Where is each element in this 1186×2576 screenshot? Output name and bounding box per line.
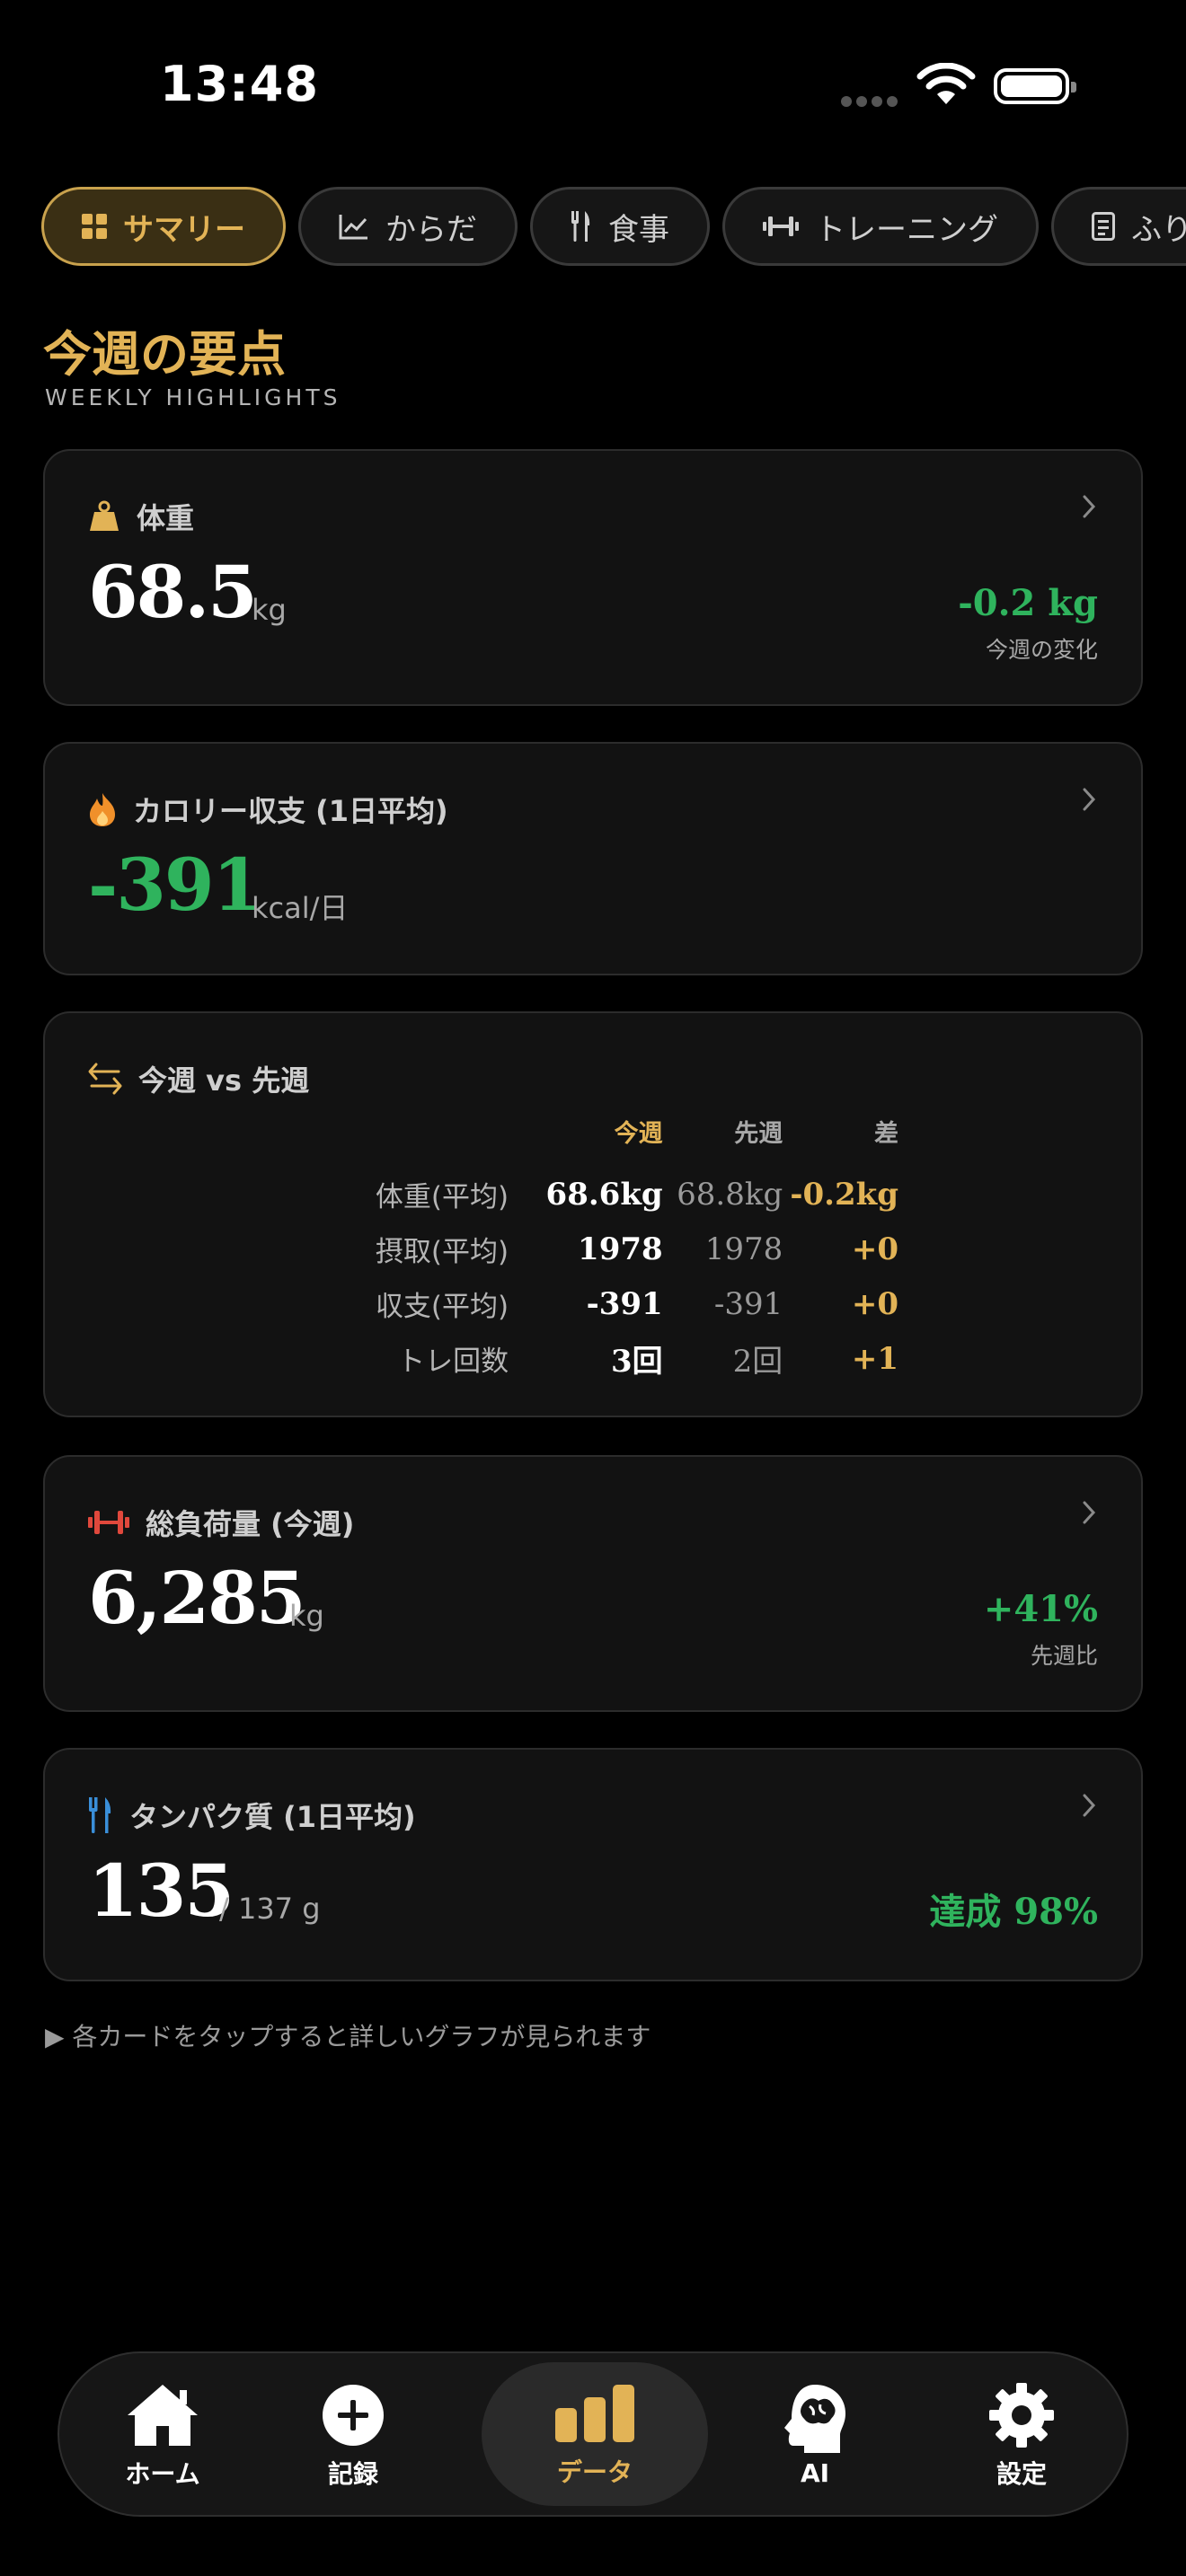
- utensils-icon: [88, 1797, 113, 1833]
- chevron-right-icon: [1082, 1793, 1096, 1822]
- plus-circle-icon: [322, 2381, 385, 2449]
- page-subtitle: WEEKLY HIGHLIGHTS: [45, 384, 341, 410]
- chart-line-icon: [339, 213, 369, 240]
- gear-icon: [988, 2381, 1055, 2449]
- home-icon: [126, 2381, 199, 2449]
- swap-arrows-icon: [88, 1061, 122, 1097]
- document-icon: [1092, 212, 1115, 241]
- tab-label: 食事: [608, 211, 669, 248]
- weight-unit: kg: [252, 593, 287, 627]
- tab-summary[interactable]: サマリー: [41, 187, 286, 266]
- row-label: 収支(平均): [375, 1291, 509, 1323]
- calorie-unit: kcal/日: [252, 891, 349, 925]
- calorie-value: -391: [88, 842, 262, 927]
- previous-value: 68.8kg: [677, 1176, 783, 1213]
- card-title: カロリー収支 (1日平均): [133, 794, 448, 828]
- diff-value: +1: [851, 1340, 898, 1377]
- chevron-right-icon: [1082, 494, 1096, 523]
- row-label: 体重(平均): [375, 1181, 509, 1213]
- comparison-card: 今週 vs 先週 今週 先週 差 体重(平均) 68.6kg 68.8kg -0…: [43, 1011, 1143, 1417]
- page-title: 今週の要点: [43, 326, 286, 383]
- calorie-card[interactable]: カロリー収支 (1日平均) -391 kcal/日: [43, 742, 1143, 975]
- card-title: 総負荷量 (今週): [146, 1507, 355, 1541]
- diff-value: +0: [851, 1231, 898, 1267]
- cellular-signal-icon: [841, 93, 902, 110]
- previous-value: 1978: [704, 1231, 783, 1267]
- nav-data[interactable]: データ: [482, 2362, 708, 2506]
- brain-head-icon: [783, 2384, 847, 2453]
- row-label: 摂取(平均): [375, 1236, 509, 1268]
- nav-label: 記録: [327, 2459, 378, 2489]
- volume-delta-label: 先週比: [1030, 1643, 1098, 1669]
- tab-label: トレーニング: [815, 211, 998, 248]
- table-row: 摂取(平均) 1978 1978 +0: [332, 1222, 898, 1276]
- protein-target: / 137 g: [219, 1892, 321, 1926]
- tab-label: からだ: [385, 211, 477, 248]
- card-title: タンパク質 (1日平均): [129, 1800, 416, 1834]
- nav-label: 設定: [996, 2459, 1047, 2489]
- row-label: トレ回数: [397, 1345, 509, 1378]
- card-title: 体重: [137, 501, 195, 535]
- status-time: 13:48: [160, 56, 319, 112]
- table-row: トレ回数 3回 2回 +1: [332, 1331, 898, 1386]
- col-header-previous: 先週: [734, 1120, 783, 1148]
- col-header-current: 今週: [614, 1120, 663, 1148]
- training-volume-card[interactable]: 総負荷量 (今週) 6,285 kg +41% 先週比: [43, 1455, 1143, 1712]
- current-value: 1978: [578, 1231, 663, 1267]
- flame-icon: [88, 791, 117, 827]
- table-row: 収支(平均) -391 -391 +0: [332, 1276, 898, 1331]
- bottom-nav: ホーム 記録 データ AI 設定: [58, 2351, 1128, 2517]
- volume-value: 6,285: [88, 1556, 306, 1640]
- utensils-icon: [571, 211, 592, 242]
- protein-card[interactable]: タンパク質 (1日平均) 135 / 137 g 達成 98%: [43, 1748, 1143, 1981]
- comparison-table: 今週 先週 差 体重(平均) 68.6kg 68.8kg -0.2kg 摂取(平…: [332, 1114, 898, 1386]
- bar-chart-icon: [555, 2379, 634, 2448]
- grid-icon: [82, 214, 107, 239]
- nav-label: AI: [800, 2457, 830, 2488]
- diff-value: +0: [851, 1285, 898, 1322]
- weight-delta-label: 今週の変化: [985, 637, 1098, 663]
- tab-review[interactable]: ふり: [1051, 187, 1186, 266]
- hint-text: ▶ 各カードをタップすると詳しいグラフが見られます: [45, 2022, 651, 2051]
- nav-label: データ: [556, 2457, 633, 2487]
- table-row: 体重(平均) 68.6kg 68.8kg -0.2kg: [332, 1167, 898, 1222]
- nav-settings[interactable]: 設定: [918, 2353, 1125, 2519]
- nav-ai[interactable]: AI: [712, 2353, 918, 2519]
- tab-label: サマリー: [123, 211, 245, 248]
- previous-value: -391: [713, 1285, 783, 1322]
- tab-meals[interactable]: 食事: [530, 187, 710, 266]
- nav-label: ホーム: [125, 2459, 200, 2489]
- diff-value: -0.2kg: [790, 1176, 898, 1213]
- current-value: 3回: [611, 1344, 663, 1380]
- volume-unit: kg: [289, 1599, 324, 1633]
- weight-value: 68.5: [88, 550, 258, 634]
- weight-icon: [88, 500, 120, 533]
- previous-value: 2回: [732, 1344, 783, 1380]
- nav-home[interactable]: ホーム: [59, 2353, 266, 2519]
- wifi-icon: [916, 62, 976, 111]
- protein-value: 135: [88, 1848, 235, 1933]
- dumbbell-icon: [763, 215, 799, 238]
- battery-icon: [994, 68, 1076, 104]
- current-value: 68.6kg: [545, 1176, 663, 1213]
- category-tabs: サマリー からだ 食事 トレーニング ふり: [41, 187, 1186, 269]
- weight-card[interactable]: 体重 68.5 kg -0.2 kg 今週の変化: [43, 449, 1143, 706]
- chevron-right-icon: [1082, 787, 1096, 816]
- dumbbell-icon: [88, 1509, 129, 1536]
- card-title: 今週 vs 先週: [138, 1063, 310, 1098]
- chevron-right-icon: [1082, 1500, 1096, 1529]
- protein-achievement: 達成 98%: [929, 1891, 1098, 1933]
- tab-training[interactable]: トレーニング: [722, 187, 1039, 266]
- tab-body[interactable]: からだ: [298, 187, 518, 266]
- col-header-diff: 差: [874, 1120, 898, 1148]
- volume-delta: +41%: [983, 1588, 1098, 1630]
- weight-delta: -0.2 kg: [958, 582, 1098, 624]
- tab-label: ふり: [1131, 211, 1186, 248]
- nav-record[interactable]: 記録: [250, 2353, 456, 2519]
- current-value: -391: [586, 1285, 663, 1322]
